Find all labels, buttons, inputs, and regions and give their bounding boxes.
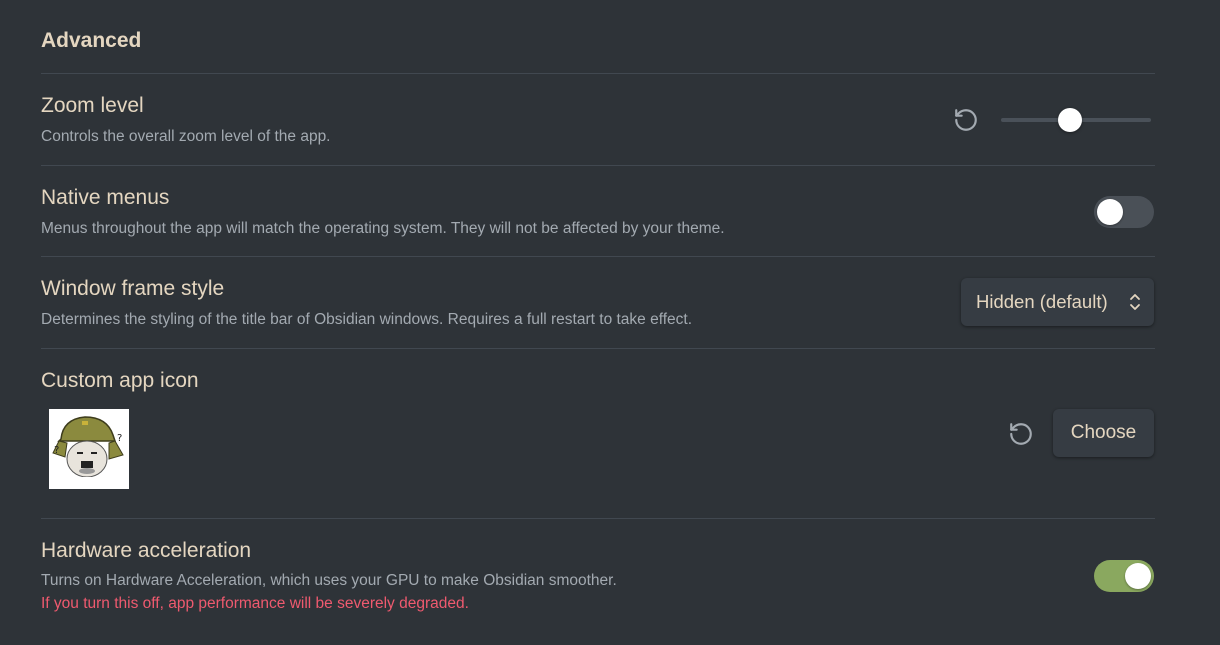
zoom-level-description: Controls the overall zoom level of the a… xyxy=(41,128,331,145)
zoom-reset-icon[interactable] xyxy=(953,107,979,133)
window-frame-style-value: Hidden (default) xyxy=(976,291,1108,312)
native-menus-name: Native menus xyxy=(41,186,170,209)
divider xyxy=(41,348,1155,349)
zoom-level-name: Zoom level xyxy=(41,94,144,117)
hardware-acceleration-description: Turns on Hardware Acceleration, which us… xyxy=(41,572,617,589)
custom-app-icon-name: Custom app icon xyxy=(41,369,199,392)
chevron-up-down-icon xyxy=(1128,293,1142,311)
svg-text:?: ? xyxy=(117,433,122,444)
native-menus-description: Menus throughout the app will match the … xyxy=(41,220,725,237)
custom-app-icon-image: ? ? xyxy=(49,409,129,489)
toggle-knob xyxy=(1125,563,1151,589)
zoom-slider[interactable] xyxy=(1001,106,1151,134)
custom-icon-reset-icon[interactable] xyxy=(1008,421,1034,447)
divider xyxy=(41,518,1155,519)
window-frame-style-description: Determines the styling of the title bar … xyxy=(41,311,693,328)
hardware-acceleration-toggle[interactable] xyxy=(1094,560,1154,592)
toggle-knob xyxy=(1097,199,1123,225)
window-frame-style-select[interactable]: Hidden (default) xyxy=(961,278,1154,326)
settings-page: Advanced Zoom level Controls the overall… xyxy=(0,0,1220,645)
hardware-acceleration-warning: If you turn this off, app performance wi… xyxy=(41,595,469,612)
svg-text:?: ? xyxy=(54,445,59,456)
slider-thumb[interactable] xyxy=(1058,108,1082,132)
divider xyxy=(41,256,1155,257)
window-frame-style-name: Window frame style xyxy=(41,277,225,300)
choose-icon-button[interactable]: Choose xyxy=(1053,409,1154,457)
section-title: Advanced xyxy=(41,29,142,52)
divider xyxy=(41,73,1155,74)
hardware-acceleration-name: Hardware acceleration xyxy=(41,539,252,562)
divider xyxy=(41,165,1155,166)
native-menus-toggle[interactable] xyxy=(1094,196,1154,228)
